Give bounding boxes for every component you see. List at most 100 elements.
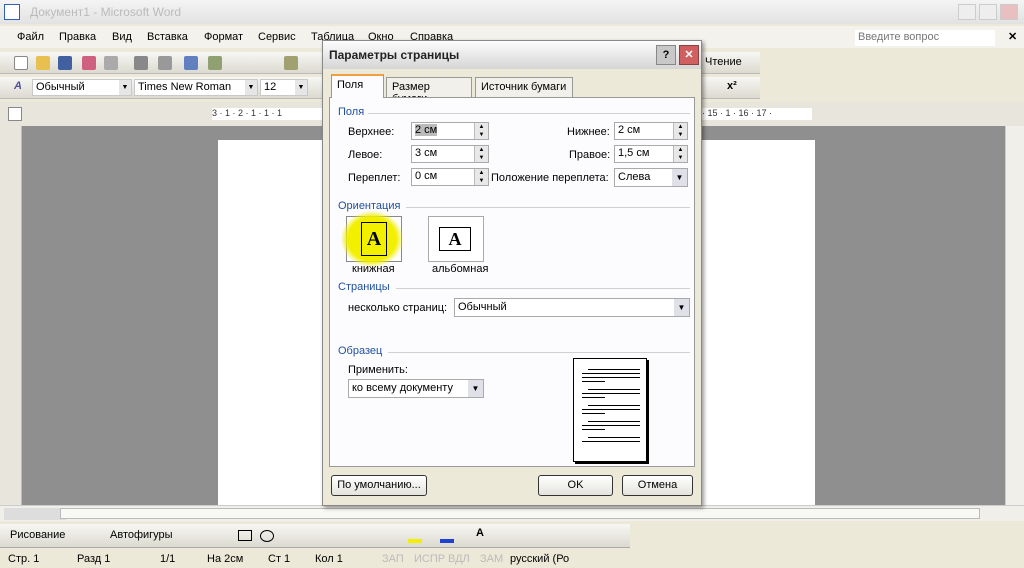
- superscript-icon[interactable]: x²: [727, 80, 737, 92]
- gutter-position-select[interactable]: Слева ▼: [614, 168, 688, 187]
- close-button[interactable]: [1000, 4, 1018, 20]
- email-icon[interactable]: [104, 56, 118, 70]
- line-color-icon[interactable]: [440, 539, 454, 543]
- multiple-pages-select[interactable]: Обычный ▼: [454, 298, 690, 317]
- default-button[interactable]: По умолчанию...: [331, 475, 427, 496]
- page-preview: [573, 358, 647, 462]
- spinner-icon[interactable]: ▲ ▼: [673, 123, 687, 139]
- tab-paper-source[interactable]: Источник бумаги: [475, 77, 573, 97]
- landscape-glyph: A: [448, 229, 462, 249]
- ok-button[interactable]: OK: [538, 475, 613, 496]
- spinner-icon[interactable]: ▲ ▼: [474, 123, 488, 139]
- maximize-button[interactable]: [979, 4, 997, 20]
- font-color-icon[interactable]: A: [476, 527, 484, 539]
- minimize-button[interactable]: [958, 4, 976, 20]
- font-size-select[interactable]: 12 ▼: [260, 79, 308, 96]
- permission-icon[interactable]: [82, 56, 96, 70]
- gutter-position-value: Слева: [618, 171, 651, 183]
- spinner-icon[interactable]: ▲ ▼: [474, 169, 488, 185]
- bottom-margin-label: Нижнее:: [567, 126, 610, 138]
- view-buttons[interactable]: [4, 508, 66, 520]
- right-margin-input[interactable]: 1,5 см ▲ ▼: [614, 145, 688, 163]
- menu-format[interactable]: Формат: [204, 31, 243, 43]
- bottom-margin-input[interactable]: 2 см ▲ ▼: [614, 122, 688, 140]
- help-button[interactable]: ?: [656, 45, 676, 65]
- new-icon[interactable]: [14, 56, 28, 70]
- dialog-close-button[interactable]: ✕: [679, 45, 699, 65]
- top-margin-label: Верхнее:: [348, 126, 395, 138]
- left-margin-input[interactable]: 3 см ▲ ▼: [411, 145, 489, 163]
- vertical-ruler: [0, 126, 22, 505]
- gutter-input[interactable]: 0 см ▲ ▼: [411, 168, 489, 186]
- chevron-down-icon: ▼: [245, 80, 257, 95]
- drawing-menu[interactable]: Рисование: [10, 529, 65, 541]
- portrait-option[interactable]: A: [341, 211, 403, 267]
- tab-margins[interactable]: Поля: [331, 74, 384, 98]
- landscape-label[interactable]: альбомная: [432, 263, 488, 275]
- dialog-title-bar: Параметры страницы ? ✕: [323, 41, 701, 69]
- menu-insert[interactable]: Вставка: [147, 31, 188, 43]
- autoshapes-menu[interactable]: Автофигуры: [110, 529, 173, 541]
- save-icon[interactable]: [58, 56, 72, 70]
- spinner-icon[interactable]: ▲ ▼: [474, 146, 488, 162]
- reading-button[interactable]: Чтение: [705, 56, 742, 68]
- status-ovr[interactable]: ЗАМ: [480, 553, 503, 565]
- chevron-down-icon: ▼: [295, 80, 307, 95]
- style-select[interactable]: Обычный ▼: [32, 79, 132, 96]
- tab-paper-size[interactable]: Размер бумаги: [386, 77, 472, 105]
- left-margin-label: Левое:: [348, 149, 383, 161]
- apply-to-select[interactable]: ко всему документу ▼: [348, 379, 484, 398]
- page-setup-dialog: Параметры страницы ? ✕ Поля Размер бумаг…: [322, 40, 702, 506]
- help-search-input[interactable]: Введите вопрос: [855, 30, 995, 46]
- title-bar: Документ1 - Microsoft Word: [0, 0, 1024, 24]
- spinner-icon[interactable]: ▲ ▼: [673, 146, 687, 162]
- portrait-label[interactable]: книжная: [352, 263, 395, 275]
- menu-file[interactable]: Файл: [17, 31, 44, 43]
- menu-edit[interactable]: Правка: [59, 31, 96, 43]
- status-position: На 2см: [207, 553, 244, 565]
- horizontal-scrollbar[interactable]: [0, 505, 1024, 521]
- open-icon[interactable]: [36, 56, 50, 70]
- bottom-margin-value: 2 см: [618, 124, 641, 136]
- status-rec[interactable]: ЗАП: [382, 553, 404, 565]
- apply-to-value: ко всему документу: [352, 382, 453, 394]
- close-doc-icon[interactable]: ✕: [1008, 30, 1017, 43]
- fill-color-icon[interactable]: [408, 539, 422, 543]
- top-margin-input[interactable]: 2 см ▲ ▼: [411, 122, 489, 140]
- drawing-toolbar: Рисование Автофигуры A: [0, 524, 630, 548]
- status-pages: 1/1: [160, 553, 176, 565]
- portrait-glyph: A: [366, 228, 382, 250]
- print-icon[interactable]: [134, 56, 148, 70]
- preview-icon[interactable]: [158, 56, 172, 70]
- spelling-icon[interactable]: [184, 56, 198, 70]
- ruler-right-ticks: · 15 · 1 · 16 · 17 ·: [702, 108, 773, 118]
- landscape-page-icon: A: [439, 227, 471, 251]
- oval-icon[interactable]: [260, 530, 274, 542]
- research-icon[interactable]: [208, 56, 222, 70]
- margins-panel: Поля Верхнее: 2 см ▲ ▼ Левое: 3 см ▲ ▼ Переп…: [329, 97, 695, 467]
- multiple-pages-label: несколько страниц:: [348, 302, 448, 314]
- scroll-thumb[interactable]: [60, 508, 980, 519]
- top-margin-value: 2 см: [415, 124, 438, 136]
- menu-tools[interactable]: Сервис: [258, 31, 296, 43]
- status-ext[interactable]: ВДЛ: [448, 553, 470, 565]
- dialog-title: Параметры страницы: [329, 48, 460, 62]
- gutter-position-label: Положение переплета:: [491, 172, 609, 184]
- paste-icon[interactable]: [284, 56, 298, 70]
- chevron-down-icon: ▼: [468, 380, 483, 397]
- word-icon: [4, 4, 20, 20]
- status-section: Разд 1: [77, 553, 111, 565]
- group-margins: Поля: [338, 106, 365, 118]
- status-line: Ст 1: [268, 553, 291, 565]
- font-select[interactable]: Times New Roman ▼: [134, 79, 258, 96]
- status-trk[interactable]: ИСПР: [414, 553, 445, 565]
- status-bar: Стр. 1 Разд 1 1/1 На 2см Ст 1 Кол 1 ЗАП …: [0, 550, 1024, 568]
- style-value: Обычный: [36, 81, 85, 93]
- rectangle-icon[interactable]: [238, 530, 252, 541]
- menu-view[interactable]: Вид: [112, 31, 132, 43]
- vertical-scrollbar[interactable]: [1005, 126, 1024, 505]
- tab-selector[interactable]: [8, 107, 22, 121]
- cancel-button[interactable]: Отмена: [622, 475, 693, 496]
- landscape-option[interactable]: A: [428, 216, 484, 262]
- group-preview: Образец: [338, 345, 383, 357]
